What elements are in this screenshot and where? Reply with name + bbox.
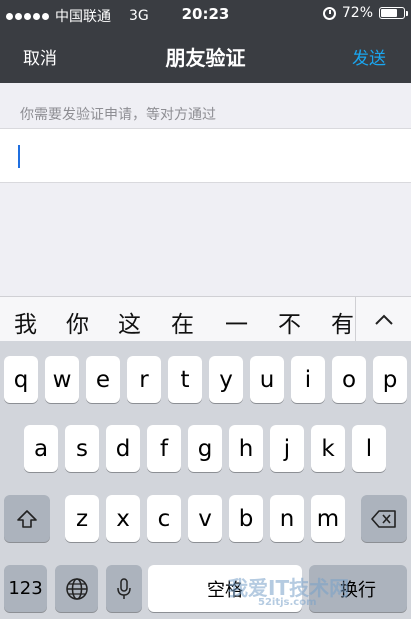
- candidate-bar: 我 你 这 在 一 不 有: [0, 296, 411, 342]
- key-d[interactable]: d: [106, 425, 140, 472]
- alarm-icon: [322, 6, 336, 20]
- key-t[interactable]: t: [168, 356, 202, 403]
- numbers-key[interactable]: 123: [4, 565, 47, 612]
- battery-fill: [381, 9, 397, 17]
- status-bar: 中国联通 3G 20:23 72%: [0, 0, 411, 28]
- key-n[interactable]: n: [270, 495, 304, 542]
- candidate-word[interactable]: 我: [14, 305, 37, 339]
- microphone-icon: [117, 577, 131, 599]
- top-bar: 中国联通 3G 20:23 72% 取消 朋友验证 发送: [0, 0, 411, 83]
- key-b[interactable]: b: [229, 495, 263, 542]
- key-h[interactable]: h: [229, 425, 263, 472]
- candidate-word[interactable]: 一: [225, 305, 248, 339]
- navigation-bar: 取消 朋友验证 发送: [0, 28, 411, 83]
- key-f[interactable]: f: [147, 425, 181, 472]
- key-w[interactable]: w: [45, 356, 79, 403]
- key-g[interactable]: g: [188, 425, 222, 472]
- verification-hint: 你需要发验证申请，等对方通过: [20, 107, 216, 123]
- shift-key[interactable]: [4, 495, 50, 542]
- key-i[interactable]: i: [291, 356, 325, 403]
- globe-key[interactable]: [55, 565, 98, 612]
- candidate-word[interactable]: 在: [171, 305, 194, 339]
- key-e[interactable]: e: [86, 356, 120, 403]
- return-key-label: 换行: [340, 579, 376, 601]
- candidate-word[interactable]: 不: [278, 305, 301, 339]
- key-u[interactable]: u: [250, 356, 284, 403]
- key-r[interactable]: r: [127, 356, 161, 403]
- key-a[interactable]: a: [24, 425, 58, 472]
- shift-icon: [17, 509, 37, 528]
- battery-percent: 72%: [341, 5, 373, 21]
- key-c[interactable]: c: [147, 495, 181, 542]
- return-key[interactable]: 换行: [309, 565, 407, 612]
- keyboard: q w e r t y u i o p a s d f g h j k l z …: [0, 341, 411, 619]
- key-q[interactable]: q: [4, 356, 38, 403]
- space-key-label: 空格: [207, 579, 243, 601]
- key-z[interactable]: z: [65, 495, 99, 542]
- backspace-key[interactable]: [361, 495, 407, 542]
- key-j[interactable]: j: [270, 425, 304, 472]
- candidate-word[interactable]: 你: [66, 305, 89, 339]
- send-button[interactable]: 发送: [352, 44, 386, 69]
- key-x[interactable]: x: [106, 495, 140, 542]
- candidate-word[interactable]: 有: [331, 305, 354, 339]
- key-m[interactable]: m: [311, 495, 345, 542]
- key-o[interactable]: o: [332, 356, 366, 403]
- key-l[interactable]: l: [352, 425, 386, 472]
- expand-candidates-button[interactable]: [355, 297, 411, 342]
- text-cursor: [18, 145, 20, 168]
- key-s[interactable]: s: [65, 425, 99, 472]
- chevron-up-icon: [374, 314, 393, 325]
- space-key[interactable]: 空格: [148, 565, 302, 612]
- dictation-key[interactable]: [106, 565, 142, 612]
- globe-icon: [65, 577, 88, 600]
- page-title: 朋友验证: [165, 46, 246, 70]
- numbers-key-label: 123: [8, 578, 43, 599]
- key-y[interactable]: y: [209, 356, 243, 403]
- candidate-word[interactable]: 这: [118, 305, 141, 339]
- key-v[interactable]: v: [188, 495, 222, 542]
- key-k[interactable]: k: [311, 425, 345, 472]
- backspace-icon: [371, 509, 396, 528]
- battery-icon: [379, 7, 408, 19]
- verification-message-input[interactable]: [0, 128, 411, 183]
- key-p[interactable]: p: [373, 356, 407, 403]
